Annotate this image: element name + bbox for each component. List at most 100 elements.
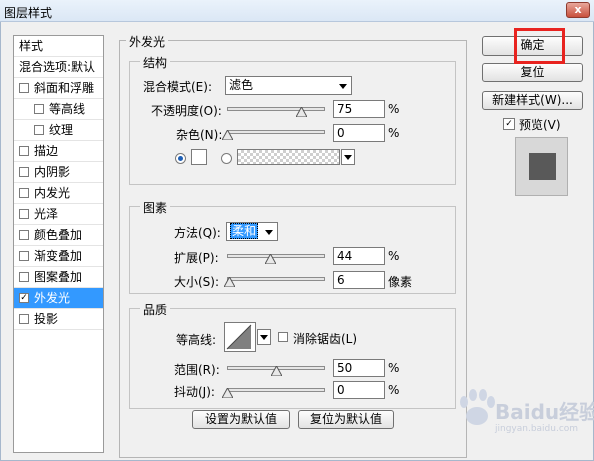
style-list-header-blending[interactable]: 混合选项:默认 xyxy=(14,57,103,78)
outer-glow-panel: 外发光 结构 混合模式(E): 滤色 不透明度(O): 75 % 杂色(N): … xyxy=(119,33,467,458)
contour-picker[interactable] xyxy=(224,322,256,352)
contour-checkbox[interactable] xyxy=(34,104,44,114)
close-button[interactable]: x xyxy=(566,2,590,18)
set-default-button[interactable]: 设置为默认值 xyxy=(192,410,290,429)
drop-shadow-checkbox[interactable] xyxy=(19,314,29,324)
style-item-label: 斜面和浮雕 xyxy=(34,81,95,95)
preview-swatch xyxy=(529,153,556,180)
style-item-label: 图案叠加 xyxy=(34,270,83,284)
spread-slider-thumb[interactable] xyxy=(265,254,277,264)
style-item-label: 渐变叠加 xyxy=(34,249,83,263)
style-item-inner-glow[interactable]: 内发光 xyxy=(14,183,103,204)
jitter-input[interactable]: 0 xyxy=(333,381,385,399)
outer-glow-checkbox[interactable]: ✓ xyxy=(19,293,29,303)
style-item-texture[interactable]: 纹理 xyxy=(14,120,103,141)
watermark: Baidu经验 jingyan.baidu.com xyxy=(453,386,594,446)
opacity-slider[interactable] xyxy=(227,107,325,111)
paw-logo-icon xyxy=(460,389,495,425)
style-list-header-styles[interactable]: 样式 xyxy=(14,36,103,57)
color-overlay-checkbox[interactable] xyxy=(19,230,29,240)
solid-color-radio[interactable] xyxy=(175,153,186,164)
watermark-subtext: jingyan.baidu.com xyxy=(495,424,579,434)
size-slider[interactable] xyxy=(227,277,325,281)
jitter-slider-thumb[interactable] xyxy=(222,388,233,398)
quality-title: 品质 xyxy=(140,301,171,318)
technique-select[interactable]: 柔和 xyxy=(226,222,278,241)
close-icon: x xyxy=(574,3,582,16)
title-bar: 图层样式 x xyxy=(0,0,594,22)
style-list: 样式 混合选项:默认 斜面和浮雕 等高线 纹理 描边 内阴影 内发光 光泽 颜色… xyxy=(13,35,104,453)
style-item-label: 内阴影 xyxy=(34,165,71,179)
inner-glow-checkbox[interactable] xyxy=(19,188,29,198)
satin-checkbox[interactable] xyxy=(19,209,29,219)
style-item-label: 纹理 xyxy=(49,123,74,137)
inner-shadow-checkbox[interactable] xyxy=(19,167,29,177)
antialias-label: 消除锯齿(L) xyxy=(293,332,358,346)
texture-checkbox[interactable] xyxy=(34,125,44,135)
opacity-slider-thumb[interactable] xyxy=(295,107,307,117)
style-item-contour[interactable]: 等高线 xyxy=(14,99,103,120)
style-item-label: 内发光 xyxy=(34,186,71,200)
noise-slider[interactable] xyxy=(227,130,325,134)
style-item-outer-glow[interactable]: ✓ 外发光 xyxy=(14,288,103,309)
style-item-stroke[interactable]: 描边 xyxy=(14,141,103,162)
range-unit: % xyxy=(388,361,400,375)
blend-mode-value: 滤色 xyxy=(229,78,254,92)
panel-title: 外发光 xyxy=(126,33,169,50)
jitter-label: 抖动(J): xyxy=(174,385,215,399)
window-title: 图层样式 xyxy=(4,6,53,20)
check-icon: ✓ xyxy=(505,119,513,129)
pattern-overlay-checkbox[interactable] xyxy=(19,272,29,282)
size-input[interactable]: 6 xyxy=(333,271,385,289)
size-slider-thumb[interactable] xyxy=(223,277,235,287)
style-item-color-overlay[interactable]: 颜色叠加 xyxy=(14,225,103,246)
style-item-label: 描边 xyxy=(34,144,59,158)
noise-slider-thumb[interactable] xyxy=(222,130,233,140)
style-item-satin[interactable]: 光泽 xyxy=(14,204,103,225)
style-item-label: 颜色叠加 xyxy=(34,228,83,242)
structure-group: 结构 混合模式(E): 滤色 不透明度(O): 75 % 杂色(N): 0 % xyxy=(129,54,456,185)
range-slider-thumb[interactable] xyxy=(271,366,282,376)
preview-label: 预览(V) xyxy=(519,118,561,132)
blend-mode-select[interactable]: 滤色 xyxy=(225,76,352,95)
style-item-label: 光泽 xyxy=(34,207,59,221)
style-item-drop-shadow[interactable]: 投影 xyxy=(14,309,103,330)
watermark-text: Baidu经验 xyxy=(495,400,594,424)
reset-button[interactable]: 复位 xyxy=(482,63,583,82)
jitter-unit: % xyxy=(388,383,400,397)
blend-mode-label: 混合模式(E): xyxy=(143,80,212,94)
style-item-inner-shadow[interactable]: 内阴影 xyxy=(14,162,103,183)
noise-input[interactable]: 0 xyxy=(333,124,385,142)
glow-color-swatch[interactable] xyxy=(191,149,207,165)
range-label: 范围(R): xyxy=(174,363,220,377)
spread-unit: % xyxy=(388,249,400,263)
chevron-down-icon xyxy=(339,84,347,89)
gradient-dropdown-button[interactable] xyxy=(341,149,355,165)
noise-unit: % xyxy=(388,126,400,140)
jitter-slider[interactable] xyxy=(227,388,325,392)
size-label: 大小(S): xyxy=(174,275,220,289)
style-item-pattern-overlay[interactable]: 图案叠加 xyxy=(14,267,103,288)
structure-title: 结构 xyxy=(140,54,171,71)
elements-title: 图素 xyxy=(140,199,171,216)
opacity-input[interactable]: 75 xyxy=(333,100,385,118)
reset-default-button[interactable]: 复位为默认值 xyxy=(298,410,394,429)
bevel-emboss-checkbox[interactable] xyxy=(19,83,29,93)
preview-checkbox[interactable]: ✓ xyxy=(503,118,515,130)
style-item-label: 等高线 xyxy=(49,102,86,116)
gradient-radio[interactable] xyxy=(221,153,232,164)
style-item-label: 外发光 xyxy=(34,291,71,305)
size-unit: 像素 xyxy=(388,275,413,289)
style-item-bevel-emboss[interactable]: 斜面和浮雕 xyxy=(14,78,103,99)
range-input[interactable]: 50 xyxy=(333,359,385,377)
style-item-gradient-overlay[interactable]: 渐变叠加 xyxy=(14,246,103,267)
contour-dropdown-button[interactable] xyxy=(257,329,271,345)
new-style-button[interactable]: 新建样式(W)... xyxy=(482,91,583,110)
spread-input[interactable]: 44 xyxy=(333,247,385,265)
glow-gradient-picker[interactable] xyxy=(237,149,340,165)
stroke-checkbox[interactable] xyxy=(19,146,29,156)
antialias-checkbox[interactable] xyxy=(278,332,288,342)
noise-label: 杂色(N): xyxy=(176,128,223,142)
gradient-overlay-checkbox[interactable] xyxy=(19,251,29,261)
technique-label: 方法(Q): xyxy=(174,226,221,240)
